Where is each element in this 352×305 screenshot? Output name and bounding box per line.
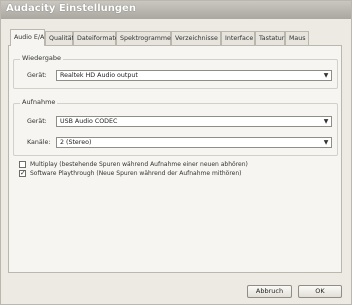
chevron-down-icon[interactable]: ▼ <box>322 118 330 125</box>
multiplay-label[interactable]: Multiplay (bestehende Spuren während Auf… <box>30 161 248 168</box>
recording-device-value: USB Audio CODEC <box>60 118 118 125</box>
ok-button[interactable]: OK <box>298 285 342 298</box>
playback-device-label: Gerät: <box>27 72 47 79</box>
chevron-down-icon[interactable]: ▼ <box>322 72 330 79</box>
recording-group: Aufnahme Gerät: USB Audio CODEC ▼ Kanäle… <box>13 98 338 156</box>
tab-audio-io[interactable]: Audio E/A <box>10 29 45 46</box>
tab-keyboard[interactable]: Tastatur <box>255 31 285 45</box>
title-bar[interactable]: Audacity Einstellungen <box>1 1 351 19</box>
playback-device-select[interactable]: Realtek HD Audio output ▼ <box>56 70 332 81</box>
playback-device-value: Realtek HD Audio output <box>60 72 138 79</box>
recording-group-label: Aufnahme <box>20 98 58 106</box>
multiplay-checkbox[interactable] <box>19 161 26 168</box>
software-playthrough-checkbox[interactable]: ✓ <box>19 170 26 177</box>
preferences-dialog: Audacity Einstellungen Audio E/A Qualitä… <box>0 0 352 305</box>
recording-device-label: Gerät: <box>27 118 47 125</box>
recording-channels-select[interactable]: 2 (Stereo) ▼ <box>56 137 332 148</box>
tab-quality[interactable]: Qualität <box>45 31 74 45</box>
playback-group-label: Wiedergabe <box>20 54 64 62</box>
recording-channels-value: 2 (Stereo) <box>60 139 92 146</box>
software-playthrough-label[interactable]: Software Playthrough (Neue Spuren währen… <box>30 170 242 177</box>
window-title: Audacity Einstellungen <box>6 3 136 14</box>
checkmark-icon: ✓ <box>20 169 26 177</box>
tab-file-formats[interactable]: Dateiformate <box>73 31 119 45</box>
tab-panel-audio-io: Wiedergabe Gerät: Realtek HD Audio outpu… <box>8 45 342 273</box>
cancel-button[interactable]: Abbruch <box>247 285 292 298</box>
tab-directories[interactable]: Verzeichnisse <box>171 31 221 45</box>
recording-device-select[interactable]: USB Audio CODEC ▼ <box>56 116 332 127</box>
tab-interface[interactable]: Interface <box>221 31 255 45</box>
tab-spectrograms[interactable]: Spektrogramme <box>116 31 171 45</box>
playback-group: Wiedergabe Gerät: Realtek HD Audio outpu… <box>13 54 338 89</box>
tab-mouse[interactable]: Maus <box>285 31 309 45</box>
chevron-down-icon[interactable]: ▼ <box>322 139 330 146</box>
recording-channels-label: Kanäle: <box>27 139 51 146</box>
